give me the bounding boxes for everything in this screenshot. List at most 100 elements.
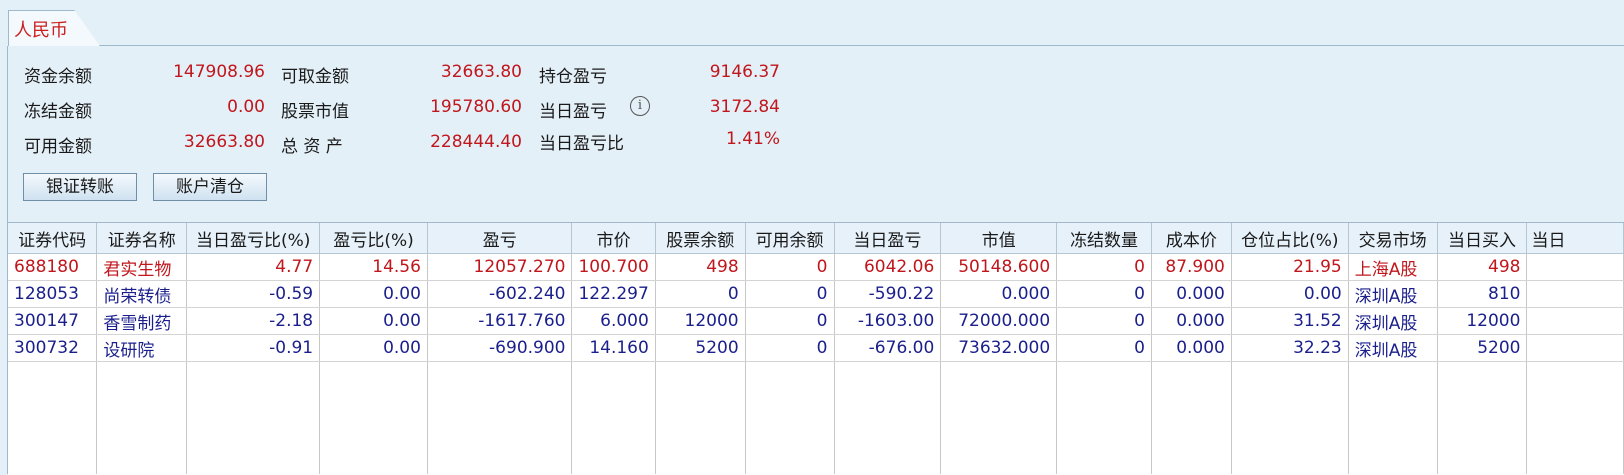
clear-account-button[interactable]: 账户清仓 <box>153 173 267 201</box>
column-header-price[interactable]: 市价 <box>571 223 656 254</box>
cell-name: 君实生物 <box>96 253 188 281</box>
cell-day-pl-ratio: 4.77 <box>186 253 321 281</box>
column-header-code[interactable]: 证券代码 <box>8 223 98 254</box>
cell-available: 0 <box>745 307 835 335</box>
cell-position-ratio: 21.95 <box>1231 253 1349 281</box>
cell-pl-ratio: 0.00 <box>319 307 428 335</box>
column-header-day-pl[interactable]: 当日盈亏 <box>834 223 942 254</box>
dongjie-value: 0.00 <box>227 97 265 117</box>
cell-frozen: 0 <box>1056 307 1152 335</box>
column-header-name[interactable]: 证券名称 <box>96 223 188 254</box>
column-header-pl[interactable]: 盈亏 <box>427 223 573 254</box>
cell-stock-balance: 498 <box>655 253 746 281</box>
cell-market: 深圳A股 <box>1348 334 1438 362</box>
zongzichan-value: 228444.40 <box>430 132 522 152</box>
cell-day-extra <box>1526 334 1624 362</box>
cell-day-extra <box>1526 307 1624 335</box>
column-header-cost[interactable]: 成本价 <box>1151 223 1232 254</box>
kequ-label: 可取金额 <box>281 67 349 87</box>
empty-cell <box>186 361 321 474</box>
table-empty-area <box>8 361 1624 474</box>
cell-market: 深圳A股 <box>1348 280 1438 308</box>
bank-transfer-button[interactable]: 银证转账 <box>23 173 137 201</box>
cell-day-pl: -1603.00 <box>834 307 942 335</box>
positions-table: 证券代码 证券名称 当日盈亏比(%) 盈亏比(%) 盈亏 市价 股票余额 可用余额 当日盈亏 市值… <box>8 223 1624 474</box>
column-header-market-value[interactable]: 市值 <box>940 223 1058 254</box>
tab-bar <box>0 0 1624 46</box>
kequ-value: 32663.80 <box>440 62 522 82</box>
cell-market: 深圳A股 <box>1348 307 1438 335</box>
cell-day-extra <box>1526 280 1624 308</box>
empty-cell <box>8 361 98 474</box>
cell-price: 100.700 <box>571 253 656 281</box>
cell-market-value: 73632.000 <box>940 334 1058 362</box>
cell-market-value: 72000.000 <box>940 307 1058 335</box>
column-header-day-buy[interactable]: 当日买入 <box>1437 223 1528 254</box>
gupiao-label: 股票市值 <box>281 102 349 122</box>
column-header-stock-balance[interactable]: 股票余额 <box>655 223 746 254</box>
empty-cell <box>834 361 942 474</box>
cell-position-ratio: 31.52 <box>1231 307 1349 335</box>
cell-code: 300732 <box>8 334 98 362</box>
chicang-value: 9146.37 <box>709 62 780 82</box>
zongzichan-label: 总 资 产 <box>281 137 343 157</box>
info-icon[interactable]: i <box>630 96 650 116</box>
column-header-frozen[interactable]: 冻结数量 <box>1056 223 1152 254</box>
column-header-available[interactable]: 可用余额 <box>745 223 835 254</box>
cell-stock-balance: 5200 <box>655 334 746 362</box>
cell-market: 上海A股 <box>1348 253 1438 281</box>
cell-price: 6.000 <box>571 307 656 335</box>
empty-cell <box>96 361 188 474</box>
dangri-label: 当日盈亏 <box>539 102 607 122</box>
table-row[interactable]: 688180 君实生物 4.77 14.56 12057.270 100.700 498 0 6… <box>8 253 1624 281</box>
cell-day-buy: 5200 <box>1437 334 1528 362</box>
cell-stock-balance: 0 <box>655 280 746 308</box>
empty-cell <box>940 361 1058 474</box>
cell-stock-balance: 12000 <box>655 307 746 335</box>
empty-cell <box>1231 361 1349 474</box>
cell-day-buy: 498 <box>1437 253 1528 281</box>
cell-day-buy: 12000 <box>1437 307 1528 335</box>
empty-cell <box>319 361 428 474</box>
cell-price: 14.160 <box>571 334 656 362</box>
empty-cell <box>655 361 746 474</box>
empty-cell <box>1151 361 1232 474</box>
empty-cell <box>1056 361 1152 474</box>
empty-cell <box>571 361 656 474</box>
cell-frozen: 0 <box>1056 280 1152 308</box>
tab-rmb-label[interactable]: 人民币 <box>14 16 68 42</box>
cell-code: 300147 <box>8 307 98 335</box>
cell-pl: -1617.760 <box>427 307 573 335</box>
empty-cell <box>1437 361 1528 474</box>
empty-cell <box>1348 361 1438 474</box>
dangribi-value: 1.41% <box>725 129 780 149</box>
table-row[interactable]: 128053 尚荣转债 -0.59 0.00 -602.240 122.297 0 0 -590… <box>8 280 1624 308</box>
cell-day-pl-ratio: -0.59 <box>186 280 321 308</box>
column-header-day-pl-ratio[interactable]: 当日盈亏比(%) <box>186 223 321 254</box>
cell-cost: 0.000 <box>1151 280 1232 308</box>
positions-grid: 证券代码 证券名称 当日盈亏比(%) 盈亏比(%) 盈亏 市价 股票余额 可用余额 当日盈亏 市值… <box>8 222 1624 475</box>
cell-cost: 0.000 <box>1151 307 1232 335</box>
cell-position-ratio: 32.23 <box>1231 334 1349 362</box>
cell-day-pl-ratio: -2.18 <box>186 307 321 335</box>
dongjie-label: 冻结金额 <box>24 102 92 122</box>
cell-pl: 12057.270 <box>427 253 573 281</box>
table-row[interactable]: 300147 香雪制药 -2.18 0.00 -1617.760 6.000 12000 0-… <box>8 307 1624 335</box>
keyong-label: 可用金额 <box>24 137 92 157</box>
cell-day-buy: 810 <box>1437 280 1528 308</box>
cell-pl: -602.240 <box>427 280 573 308</box>
column-header-day-extra[interactable]: 当日 <box>1526 223 1624 254</box>
cell-available: 0 <box>745 253 835 281</box>
cell-code: 128053 <box>8 280 98 308</box>
column-header-pl-ratio[interactable]: 盈亏比(%) <box>319 223 428 254</box>
column-header-position-ratio[interactable]: 仓位占比(%) <box>1231 223 1349 254</box>
dangri-value: 3172.84 <box>709 97 780 117</box>
cell-available: 0 <box>745 280 835 308</box>
zijin-value: 147908.96 <box>173 62 265 82</box>
gupiao-value: 195780.60 <box>430 97 522 117</box>
table-row[interactable]: 300732 设研院 -0.91 0.00 -690.900 14.160 5200 0 -67… <box>8 334 1624 362</box>
cell-day-pl: -676.00 <box>834 334 942 362</box>
column-header-market[interactable]: 交易市场 <box>1348 223 1438 254</box>
dangribi-label: 当日盈亏比 <box>539 134 624 154</box>
cell-name: 设研院 <box>96 334 188 362</box>
